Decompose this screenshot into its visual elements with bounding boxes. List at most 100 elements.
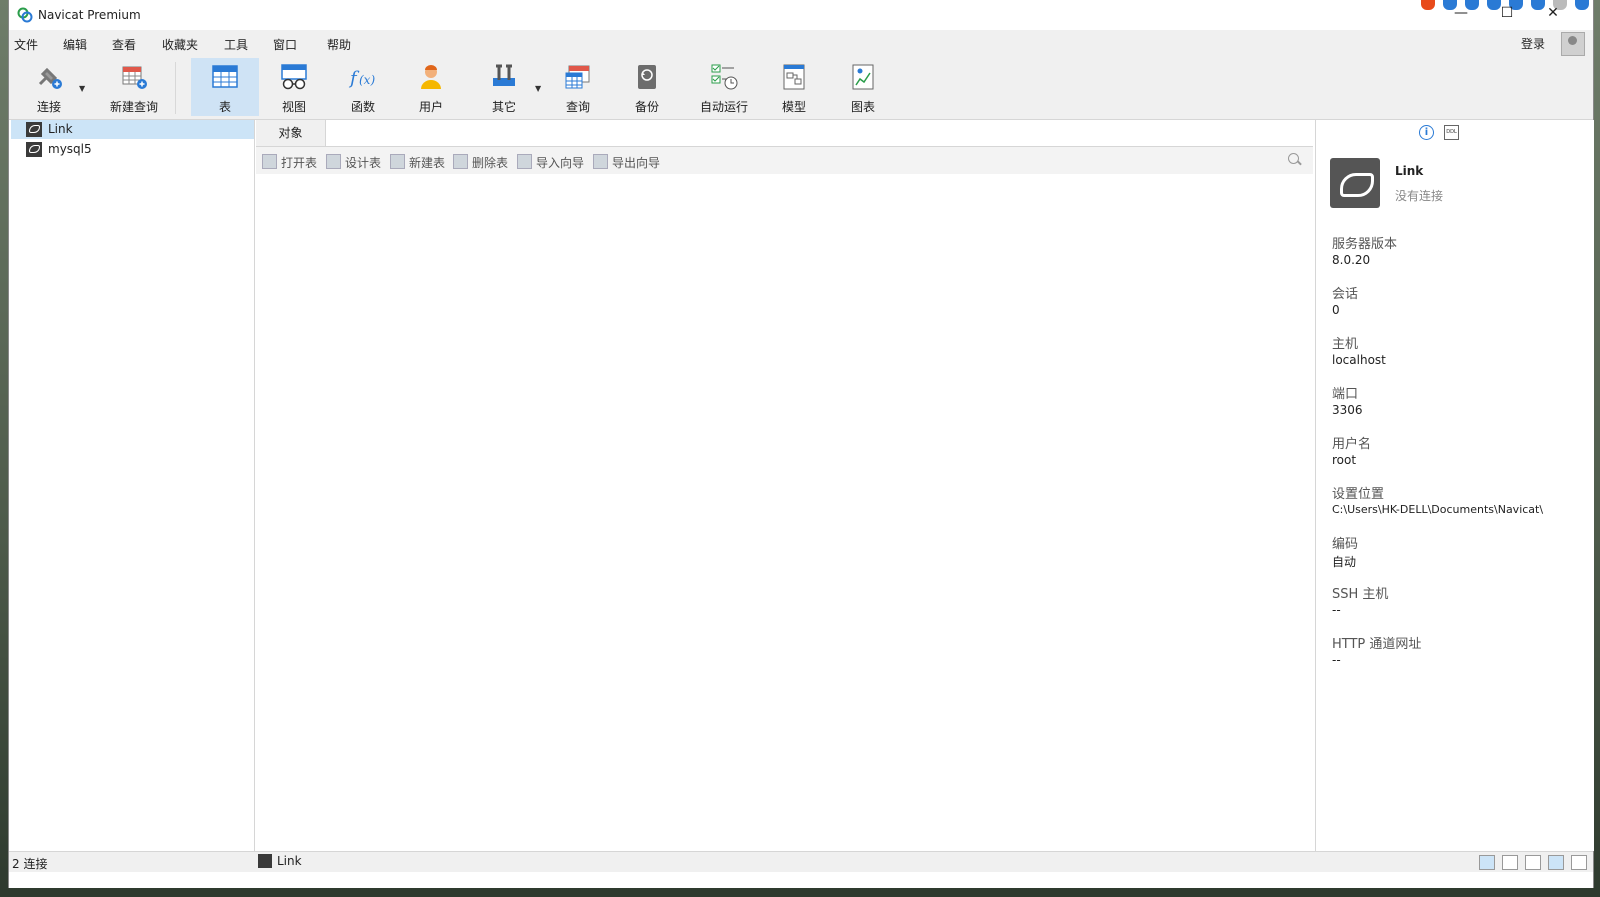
navicat-logo-icon bbox=[17, 7, 33, 23]
mysql-connection-icon bbox=[26, 142, 42, 157]
prop-label: 用户名 bbox=[1332, 437, 1372, 452]
app-window: Navicat Premium — ☐ ✕ 文件 编辑 查看 收藏夹 工具 窗口… bbox=[8, 0, 1594, 888]
auto-run-icon bbox=[711, 64, 738, 90]
toolbar-backup-button[interactable]: 备份 bbox=[618, 58, 676, 116]
plug-connect-icon bbox=[38, 67, 62, 89]
tree-item-label: Link bbox=[48, 122, 73, 136]
toolbar-view-button[interactable]: 视图 bbox=[265, 58, 323, 116]
mysql-connection-icon bbox=[258, 854, 272, 868]
info-icon[interactable]: i bbox=[1419, 125, 1434, 140]
import-wizard-button[interactable]: 导入向导 bbox=[517, 154, 584, 171]
function-fx-icon: f (x) bbox=[348, 68, 375, 89]
toolbar-function-button[interactable]: f (x) 函数 bbox=[334, 58, 392, 116]
mysql-dolphin-icon bbox=[1330, 158, 1380, 208]
toolbar-label: 模型 bbox=[781, 100, 806, 114]
prop-value: 0 bbox=[1332, 303, 1340, 317]
current-connection: Link bbox=[258, 854, 302, 868]
prop-label: 主机 bbox=[1332, 337, 1359, 352]
action-label: 导出向导 bbox=[612, 156, 661, 170]
menu-help[interactable]: 帮助 bbox=[327, 36, 351, 53]
object-action-bar: 打开表 设计表 新建表 删除表 导入向导 导出向导 bbox=[256, 147, 1313, 174]
toolbar-label: 视图 bbox=[281, 100, 306, 114]
view-glasses-icon bbox=[281, 64, 307, 90]
toolbar-label: 其它 bbox=[491, 100, 516, 114]
connect-dropdown-arrow-icon[interactable]: ▼ bbox=[79, 84, 85, 93]
maximize-button[interactable]: ☐ bbox=[1493, 3, 1521, 25]
menu-edit[interactable]: 编辑 bbox=[63, 36, 87, 53]
backup-icon bbox=[638, 65, 656, 89]
prop-label: SSH 主机 bbox=[1332, 587, 1389, 602]
tools-icon bbox=[493, 64, 515, 86]
table-icon bbox=[212, 65, 238, 88]
toolbar-table-button[interactable]: 表 bbox=[191, 58, 259, 116]
prop-label: 编码 bbox=[1332, 537, 1359, 552]
object-tab-strip: 对象 bbox=[256, 120, 1313, 147]
new-query-icon bbox=[122, 66, 147, 89]
toolbar-label: 备份 bbox=[634, 100, 659, 114]
toolbar-connect-button[interactable]: 连接 bbox=[23, 58, 75, 116]
toolbar-model-button[interactable]: 模型 bbox=[765, 58, 823, 116]
delete-table-button[interactable]: 删除表 bbox=[453, 154, 508, 171]
search-icon[interactable] bbox=[1288, 153, 1299, 164]
action-label: 导入向导 bbox=[536, 156, 585, 170]
info-connection-state: 没有连接 bbox=[1395, 189, 1444, 203]
toolbar-other-button[interactable]: 其它 bbox=[475, 58, 533, 116]
toolbar-separator bbox=[175, 62, 176, 114]
menu-window[interactable]: 窗口 bbox=[273, 36, 297, 53]
prop-value: -- bbox=[1332, 653, 1341, 667]
prop-label: 会话 bbox=[1332, 287, 1359, 302]
toolbar-label: 用户 bbox=[418, 100, 443, 114]
toolbar-query-button[interactable]: 查询 bbox=[549, 58, 607, 116]
title-bar: Navicat Premium — ☐ ✕ bbox=[9, 0, 1593, 30]
tree-item-label: mysql5 bbox=[48, 142, 92, 156]
toolbar-chart-button[interactable]: 图表 bbox=[834, 58, 892, 116]
svg-text:(x): (x) bbox=[359, 73, 375, 87]
query-icon bbox=[565, 65, 590, 89]
open-table-button[interactable]: 打开表 bbox=[262, 154, 317, 171]
login-link[interactable]: 登录 bbox=[1521, 35, 1545, 52]
design-table-button[interactable]: 设计表 bbox=[326, 154, 381, 171]
toggle-side-pane-icon[interactable] bbox=[1571, 855, 1587, 870]
tree-item-mysql5[interactable]: mysql5 bbox=[11, 140, 254, 159]
connection-tree-panel: Link mysql5 bbox=[9, 120, 255, 851]
design-table-icon bbox=[326, 154, 341, 169]
prop-value: -- bbox=[1332, 603, 1341, 617]
toolbar-label: 查询 bbox=[565, 100, 590, 114]
prop-value: 8.0.20 bbox=[1332, 253, 1371, 267]
menu-bar: 文件 编辑 查看 收藏夹 工具 窗口 帮助 登录 bbox=[9, 30, 1593, 56]
toolbar-autorun-button[interactable]: 自动运行 bbox=[685, 58, 763, 116]
toolbar-new-query-button[interactable]: 新建查询 bbox=[95, 58, 173, 116]
current-connection-label: Link bbox=[277, 854, 302, 868]
action-label: 设计表 bbox=[345, 156, 382, 170]
mysql-connection-icon bbox=[26, 122, 42, 137]
user-icon bbox=[421, 65, 441, 89]
toolbar-user-button[interactable]: 用户 bbox=[402, 58, 460, 116]
view-mode-switcher bbox=[1479, 855, 1587, 870]
open-table-icon bbox=[262, 154, 277, 169]
prop-value: localhost bbox=[1332, 353, 1386, 367]
toolbar-label: 函数 bbox=[350, 100, 375, 114]
new-table-button[interactable]: 新建表 bbox=[390, 154, 445, 171]
grid-view-icon[interactable] bbox=[1479, 855, 1495, 870]
ddl-icon[interactable]: DDL bbox=[1444, 125, 1459, 140]
other-dropdown-arrow-icon[interactable]: ▼ bbox=[535, 84, 541, 93]
menu-tools[interactable]: 工具 bbox=[224, 36, 248, 53]
ime-icon bbox=[1421, 0, 1435, 10]
detail-view-icon[interactable] bbox=[1525, 855, 1541, 870]
export-wizard-button[interactable]: 导出向导 bbox=[593, 154, 660, 171]
tree-item-link[interactable]: Link bbox=[11, 120, 254, 139]
tab-objects[interactable]: 对象 bbox=[256, 120, 326, 146]
main-toolbar: 连接 ▼ 新建查询 表 视图 f (x) 函数 用户 其它 ▼ 查询 备份 自动… bbox=[9, 56, 1593, 120]
minimize-button[interactable]: — bbox=[1447, 3, 1475, 25]
avatar-icon[interactable] bbox=[1561, 32, 1585, 56]
import-wizard-icon bbox=[517, 154, 532, 169]
list-view-icon[interactable] bbox=[1502, 855, 1518, 870]
menu-file[interactable]: 文件 bbox=[14, 36, 38, 53]
menu-favorites[interactable]: 收藏夹 bbox=[162, 36, 198, 53]
export-wizard-icon bbox=[593, 154, 608, 169]
close-button[interactable]: ✕ bbox=[1539, 3, 1567, 25]
connection-count: 2 连接 bbox=[12, 857, 48, 871]
menu-view[interactable]: 查看 bbox=[112, 36, 136, 53]
toolbar-label: 表 bbox=[218, 100, 231, 114]
toggle-info-pane-icon[interactable] bbox=[1548, 855, 1564, 870]
